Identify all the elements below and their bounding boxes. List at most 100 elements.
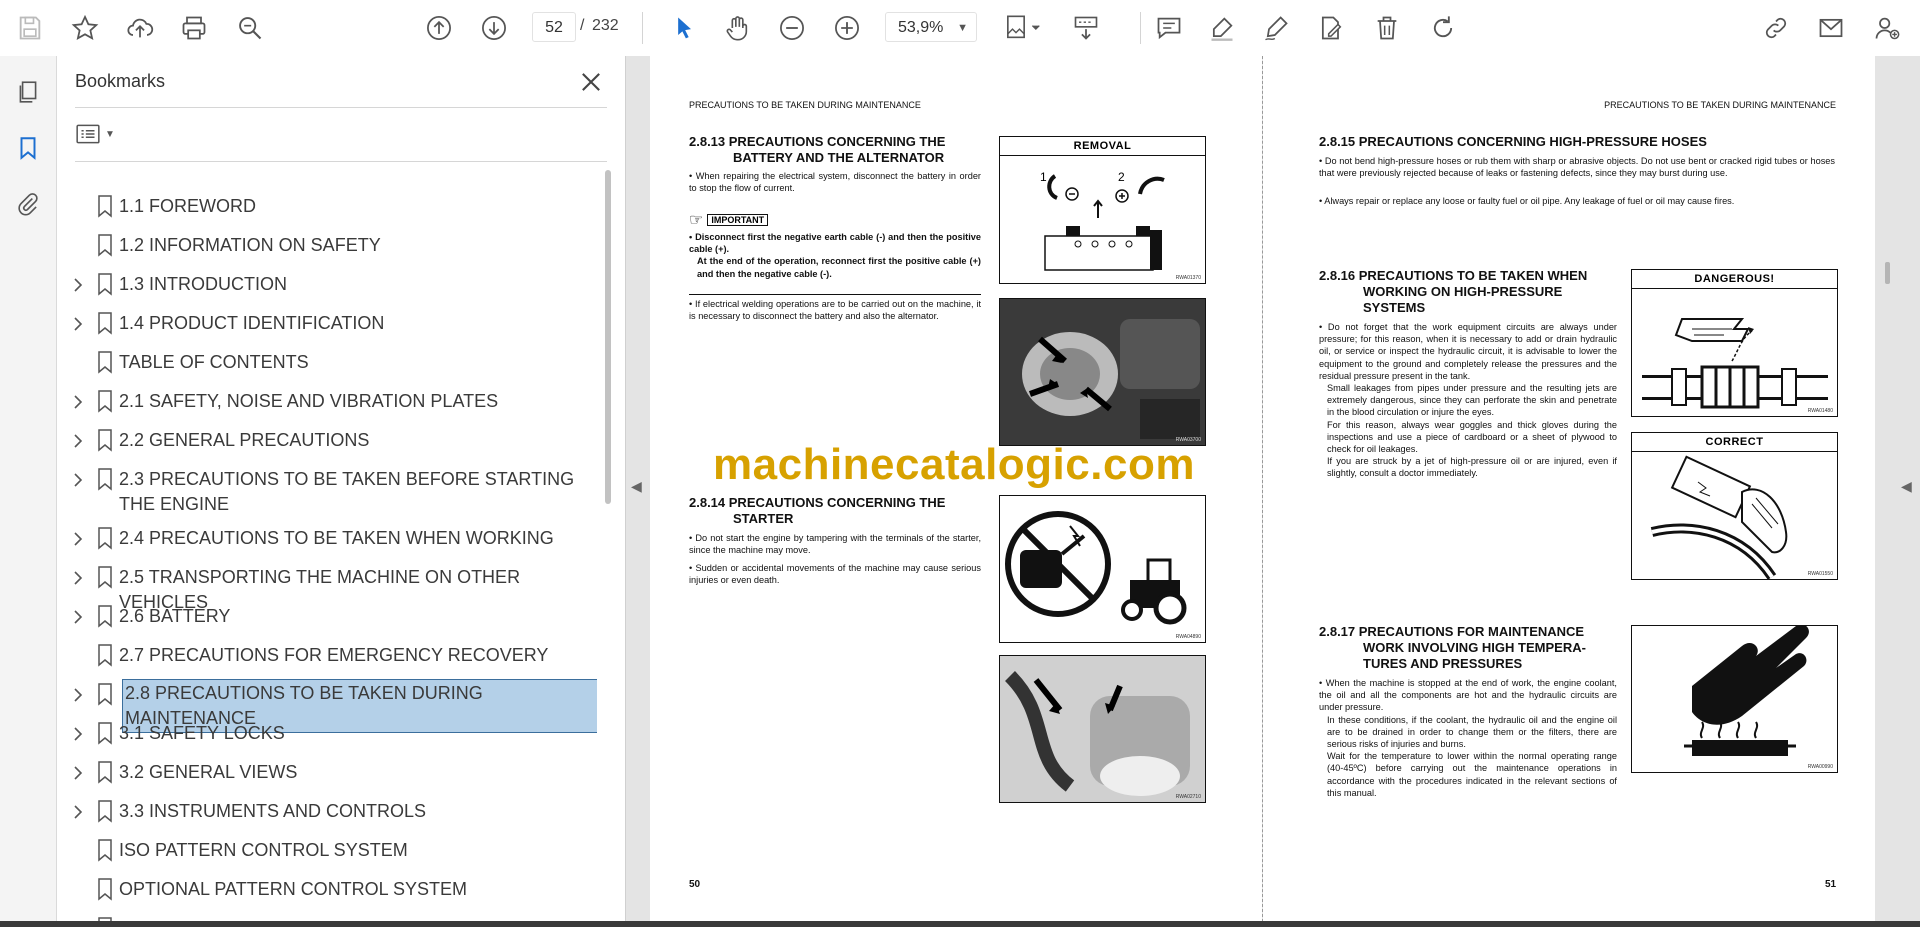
expand-chevron-icon[interactable] xyxy=(71,432,85,450)
pointing-hand-icon: ☞ xyxy=(689,212,704,229)
share-link-icon[interactable] xyxy=(1758,10,1794,46)
bookmark-item[interactable]: 2.6 BATTERY xyxy=(57,599,597,635)
trash-icon[interactable] xyxy=(1369,10,1405,46)
bookmark-item[interactable]: 2.5 TRANSPORTING THE MACHINE ON OTHER VE… xyxy=(57,560,597,612)
bookmark-item[interactable]: TABLE OF CONTENTS xyxy=(57,345,597,381)
bookmark-label: 1.4 PRODUCT IDENTIFICATION xyxy=(119,313,385,333)
figure-code: RWA01480 xyxy=(1807,408,1833,414)
add-user-icon[interactable] xyxy=(1869,10,1905,46)
zoom-select[interactable]: 53,9% ▼ xyxy=(885,12,977,42)
bookmark-icon xyxy=(97,643,113,667)
navigation-rail xyxy=(0,56,57,927)
expand-chevron-icon[interactable] xyxy=(71,393,85,411)
collapse-left-icon[interactable]: ◀ xyxy=(631,478,642,495)
bookmark-icon xyxy=(97,838,113,862)
figure-code: RWA04890 xyxy=(1175,634,1201,640)
upload-cloud-icon[interactable] xyxy=(122,10,158,46)
bookmark-item[interactable]: 2.3 PRECAUTIONS TO BE TAKEN BEFORE START… xyxy=(57,462,597,518)
expand-chevron-icon[interactable] xyxy=(71,764,85,782)
search-zoom-icon[interactable] xyxy=(232,10,268,46)
bookmark-item[interactable]: 2.2 GENERAL PRECAUTIONS xyxy=(57,423,597,459)
bookmark-list: 1.1 FOREWORD 1.2 INFORMATION ON SAFETY 1… xyxy=(57,164,597,924)
bookmark-item[interactable]: 1.4 PRODUCT IDENTIFICATION xyxy=(57,306,597,342)
bookmarks-panel: Bookmarks ▼ 1.1 FOREWORD 1.2 INFORMATION… xyxy=(57,56,626,927)
hot-surface-illustration: RWA00990 xyxy=(1631,625,1838,773)
bookmark-label: TABLE OF CONTENTS xyxy=(119,352,309,372)
comment-icon[interactable] xyxy=(1151,10,1187,46)
bookmark-icon xyxy=(97,877,113,901)
expand-chevron-icon[interactable] xyxy=(71,803,85,821)
expand-chevron-icon[interactable] xyxy=(71,530,85,548)
bookmark-label: 2.7 PRECAUTIONS FOR EMERGENCY RECOVERY xyxy=(119,645,549,665)
bookmark-icon xyxy=(97,467,113,491)
bookmark-icon xyxy=(97,604,113,628)
bookmark-label: ISO PATTERN CONTROL SYSTEM xyxy=(119,840,408,860)
collapse-right-icon[interactable]: ◀ xyxy=(1901,478,1912,495)
fit-page-icon[interactable] xyxy=(1000,10,1046,46)
page-separator: / xyxy=(580,17,585,34)
expand-chevron-icon[interactable] xyxy=(71,315,85,333)
watermark-text: machinecatalogic.com xyxy=(713,440,1195,489)
edit-document-icon[interactable] xyxy=(1313,10,1349,46)
bookmark-icon xyxy=(97,760,113,784)
paragraph: • Do not bend high-pressure hoses or rub… xyxy=(1319,156,1835,179)
previous-page-icon[interactable] xyxy=(421,10,457,46)
bookmark-item[interactable]: 1.3 INTRODUCTION xyxy=(57,267,597,303)
print-icon[interactable] xyxy=(176,10,212,46)
bookmark-item[interactable]: ISO PATTERN CONTROL SYSTEM xyxy=(57,833,597,869)
select-cursor-icon[interactable] xyxy=(666,10,702,46)
panel-divider xyxy=(75,107,607,108)
bookmark-item[interactable]: 1.2 INFORMATION ON SAFETY xyxy=(57,228,597,264)
zoom-out-icon[interactable] xyxy=(774,10,810,46)
highlight-pen-icon[interactable] xyxy=(1204,10,1240,46)
bookmark-options-button[interactable]: ▼ xyxy=(75,119,123,149)
section-heading: 2.8.16 PRECAUTIONS TO BE TAKEN WHEN WORKI… xyxy=(1319,268,1588,315)
bookmark-label: 1.2 INFORMATION ON SAFETY xyxy=(119,235,381,255)
expand-chevron-icon[interactable] xyxy=(71,686,85,704)
attachments-icon[interactable] xyxy=(10,186,46,222)
bookmark-item[interactable]: 2.7 PRECAUTIONS FOR EMERGENCY RECOVERY xyxy=(57,638,597,674)
bookmark-item[interactable]: 1.1 FOREWORD xyxy=(57,189,597,225)
bookmarks-icon[interactable] xyxy=(10,130,46,166)
bookmark-label: 2.4 PRECAUTIONS TO BE TAKEN WHEN WORKING xyxy=(119,528,554,548)
bookmark-label: 2.6 BATTERY xyxy=(119,606,231,626)
bookmark-item-selected[interactable]: 2.8 PRECAUTIONS TO BE TAKEN DURING MAINT… xyxy=(57,677,597,733)
paragraph: • When repairing the electrical system, … xyxy=(689,171,981,194)
viewer-scrollbar[interactable] xyxy=(1885,262,1890,284)
bookmark-item[interactable]: 3.3 INSTRUMENTS AND CONTROLS xyxy=(57,794,597,830)
paragraph: • Do not start the engine by tampering w… xyxy=(689,533,981,556)
email-icon[interactable] xyxy=(1813,10,1849,46)
scroll-mode-icon[interactable] xyxy=(1068,10,1104,46)
bookmark-item[interactable]: 3.1 SAFETY LOCKS xyxy=(57,716,597,752)
sign-pen-icon[interactable] xyxy=(1258,10,1294,46)
page-total: 232 xyxy=(592,17,619,34)
bookmark-label: 1.3 INTRODUCTION xyxy=(119,274,288,294)
save-icon[interactable] xyxy=(12,10,48,46)
page-header: PRECAUTIONS TO BE TAKEN DURING MAINTENAN… xyxy=(1604,100,1836,110)
expand-chevron-icon[interactable] xyxy=(71,725,85,743)
expand-chevron-icon[interactable] xyxy=(71,471,85,489)
bookmark-item[interactable]: 2.1 SAFETY, NOISE AND VIBRATION PLATES xyxy=(57,384,597,420)
page-thumbnails-icon[interactable] xyxy=(10,74,46,110)
next-page-icon[interactable] xyxy=(476,10,512,46)
expand-chevron-icon[interactable] xyxy=(71,569,85,587)
starter-warning-illustration: RWA04890 xyxy=(999,495,1206,643)
bookmark-item[interactable]: 2.4 PRECAUTIONS TO BE TAKEN WHEN WORKING xyxy=(57,521,597,557)
page-number-input[interactable]: 52 xyxy=(532,12,576,42)
correct-illustration: CORRECT RWA01550 xyxy=(1631,432,1838,580)
zoom-in-icon[interactable] xyxy=(829,10,865,46)
bookmark-icon xyxy=(97,389,113,413)
taskbar-edge xyxy=(0,921,1920,927)
figure-code: RWA01550 xyxy=(1807,571,1833,577)
expand-chevron-icon[interactable] xyxy=(71,608,85,626)
bookmark-item[interactable]: OPTIONAL PATTERN CONTROL SYSTEM xyxy=(57,872,597,908)
panel-scrollbar[interactable] xyxy=(605,170,611,504)
star-icon[interactable] xyxy=(67,10,103,46)
hand-tool-icon[interactable] xyxy=(719,10,755,46)
redo-icon[interactable] xyxy=(1425,10,1461,46)
bookmark-item[interactable]: 3.2 GENERAL VIEWS xyxy=(57,755,597,791)
bookmark-label: 2.2 GENERAL PRECAUTIONS xyxy=(119,430,370,450)
dangerous-illustration: DANGEROUS! RWA01480 xyxy=(1631,269,1838,417)
close-icon[interactable] xyxy=(577,68,605,96)
expand-chevron-icon[interactable] xyxy=(71,276,85,294)
